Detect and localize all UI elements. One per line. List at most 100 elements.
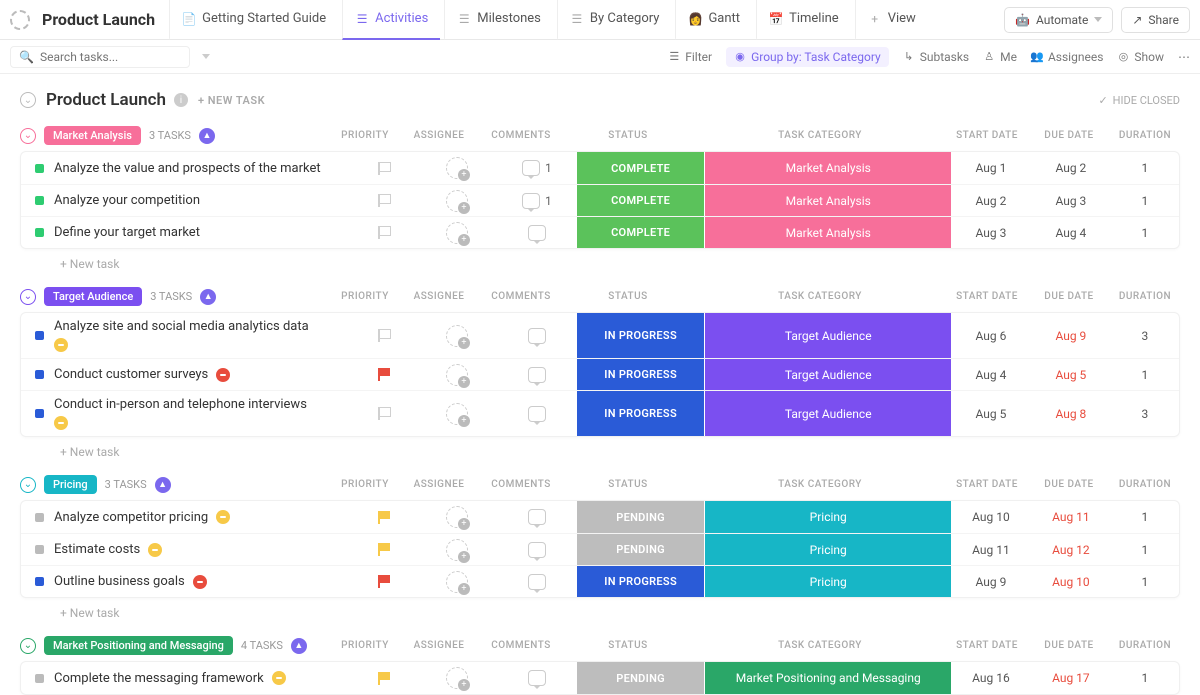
group-name[interactable]: Market Analysis <box>44 126 141 145</box>
group-collapse-icon[interactable]: ⌄ <box>20 477 36 493</box>
comments-cell[interactable] <box>497 391 577 436</box>
start-date-cell[interactable]: Aug 6 <box>951 313 1031 358</box>
priority-cell[interactable] <box>353 534 417 565</box>
col-start-date[interactable]: START DATE <box>946 291 1028 302</box>
col-priority[interactable]: PRIORITY <box>332 479 398 490</box>
assignee-cell[interactable] <box>417 185 497 216</box>
start-date-cell[interactable]: Aug 2 <box>951 185 1031 216</box>
category-cell[interactable]: Market Analysis <box>705 185 951 216</box>
group-sort-icon[interactable]: ▲ <box>155 477 171 493</box>
due-date-cell[interactable]: Aug 10 <box>1031 566 1111 597</box>
col-duration[interactable]: DURATION <box>1110 130 1180 141</box>
flag-icon[interactable] <box>378 407 391 420</box>
group-name[interactable]: Target Audience <box>44 287 142 306</box>
category-cell[interactable]: Market Analysis <box>705 217 951 248</box>
tab-gantt[interactable]: 👩Gantt <box>675 0 752 40</box>
col-status[interactable]: STATUS <box>562 130 694 141</box>
status-cell[interactable]: COMPLETE <box>577 152 706 184</box>
flag-icon[interactable] <box>378 226 391 239</box>
category-cell[interactable]: Pricing <box>705 566 951 597</box>
start-date-cell[interactable]: Aug 4 <box>951 359 1031 390</box>
status-square-icon[interactable] <box>35 545 44 554</box>
duration-cell[interactable]: 3 <box>1111 391 1179 436</box>
col-priority[interactable]: PRIORITY <box>332 130 398 141</box>
chevron-down-icon[interactable] <box>202 54 210 59</box>
category-cell[interactable]: Target Audience <box>705 391 951 436</box>
task-name[interactable]: Analyze site and social media analytics … <box>54 319 309 334</box>
col-duration[interactable]: DURATION <box>1110 640 1180 651</box>
assignee-add-icon[interactable] <box>446 571 468 593</box>
status-square-icon[interactable] <box>35 370 44 379</box>
assignee-add-icon[interactable] <box>446 667 468 689</box>
assignee-add-icon[interactable] <box>446 539 468 561</box>
page-title[interactable]: Product Launch <box>42 10 155 29</box>
status-square-icon[interactable] <box>35 674 44 683</box>
start-date-cell[interactable]: Aug 11 <box>951 534 1031 565</box>
priority-cell[interactable] <box>353 566 417 597</box>
due-date-cell[interactable]: Aug 12 <box>1031 534 1111 565</box>
status-cell[interactable]: IN PROGRESS <box>577 313 706 358</box>
duration-cell[interactable]: 1 <box>1111 185 1179 216</box>
show-button[interactable]: ◎Show <box>1117 50 1164 64</box>
priority-cell[interactable] <box>353 662 417 694</box>
assignee-cell[interactable] <box>417 534 497 565</box>
status-cell[interactable]: IN PROGRESS <box>577 566 706 597</box>
duration-cell[interactable]: 1 <box>1111 217 1179 248</box>
col-due-date[interactable]: DUE DATE <box>1028 291 1110 302</box>
space-icon[interactable] <box>10 10 30 30</box>
status-cell[interactable]: PENDING <box>577 501 706 533</box>
start-date-cell[interactable]: Aug 3 <box>951 217 1031 248</box>
task-name[interactable]: Estimate costs <box>54 542 162 557</box>
me-button[interactable]: ♙Me <box>983 50 1017 64</box>
status-cell[interactable]: IN PROGRESS <box>577 391 706 436</box>
priority-cell[interactable] <box>353 501 417 533</box>
search-wrap[interactable]: 🔍 <box>10 46 190 68</box>
category-cell[interactable]: Pricing <box>705 501 951 533</box>
tab-activities[interactable]: ☰Activities <box>342 0 440 40</box>
task-row[interactable]: Conduct in-person and telephone intervie… <box>21 390 1179 436</box>
automate-button[interactable]: 🤖Automate <box>1004 7 1113 33</box>
duration-cell[interactable]: 1 <box>1111 501 1179 533</box>
priority-cell[interactable] <box>353 185 417 216</box>
task-row[interactable]: Define your target market COMPLETE Marke… <box>21 216 1179 248</box>
assignee-cell[interactable] <box>417 217 497 248</box>
assignee-cell[interactable] <box>417 391 497 436</box>
col-due-date[interactable]: DUE DATE <box>1028 479 1110 490</box>
status-cell[interactable]: PENDING <box>577 534 706 565</box>
due-date-cell[interactable]: Aug 17 <box>1031 662 1111 694</box>
group-sort-icon[interactable]: ▲ <box>291 638 307 654</box>
col-assignee[interactable]: ASSIGNEE <box>398 291 480 302</box>
col-category[interactable]: TASK CATEGORY <box>694 479 946 490</box>
assignee-cell[interactable] <box>417 313 497 358</box>
flag-high-icon[interactable] <box>378 543 391 556</box>
new-task-row[interactable]: + New task <box>20 249 1180 279</box>
new-task-row[interactable]: + New task <box>20 598 1180 628</box>
flag-high-icon[interactable] <box>378 511 391 524</box>
priority-cell[interactable] <box>353 391 417 436</box>
assignee-cell[interactable] <box>417 501 497 533</box>
task-name[interactable]: Outline business goals <box>54 574 207 589</box>
task-row[interactable]: Analyze the value and prospects of the m… <box>21 152 1179 184</box>
comments-cell[interactable] <box>497 566 577 597</box>
flag-urgent-icon[interactable] <box>378 575 391 588</box>
assignee-cell[interactable] <box>417 662 497 694</box>
status-square-icon[interactable] <box>35 196 44 205</box>
group-name[interactable]: Pricing <box>44 475 97 494</box>
comments-cell[interactable] <box>497 217 577 248</box>
task-name[interactable]: Analyze competitor pricing <box>54 510 230 525</box>
task-row[interactable]: Outline business goals IN PROGRESS Prici… <box>21 565 1179 597</box>
assignee-cell[interactable] <box>417 359 497 390</box>
comments-cell[interactable] <box>497 501 577 533</box>
assignees-button[interactable]: 👥Assignees <box>1031 50 1103 64</box>
col-priority[interactable]: PRIORITY <box>332 291 398 302</box>
priority-cell[interactable] <box>353 217 417 248</box>
col-comments[interactable]: COMMENTS <box>480 640 562 651</box>
col-status[interactable]: STATUS <box>562 291 694 302</box>
group-collapse-icon[interactable]: ⌄ <box>20 638 36 654</box>
task-row[interactable]: Conduct customer surveys IN PROGRESS Tar… <box>21 358 1179 390</box>
assignee-cell[interactable] <box>417 152 497 184</box>
flag-urgent-icon[interactable] <box>378 368 391 381</box>
category-cell[interactable]: Target Audience <box>705 313 951 358</box>
status-square-icon[interactable] <box>35 164 44 173</box>
group-sort-icon[interactable]: ▲ <box>200 289 216 305</box>
